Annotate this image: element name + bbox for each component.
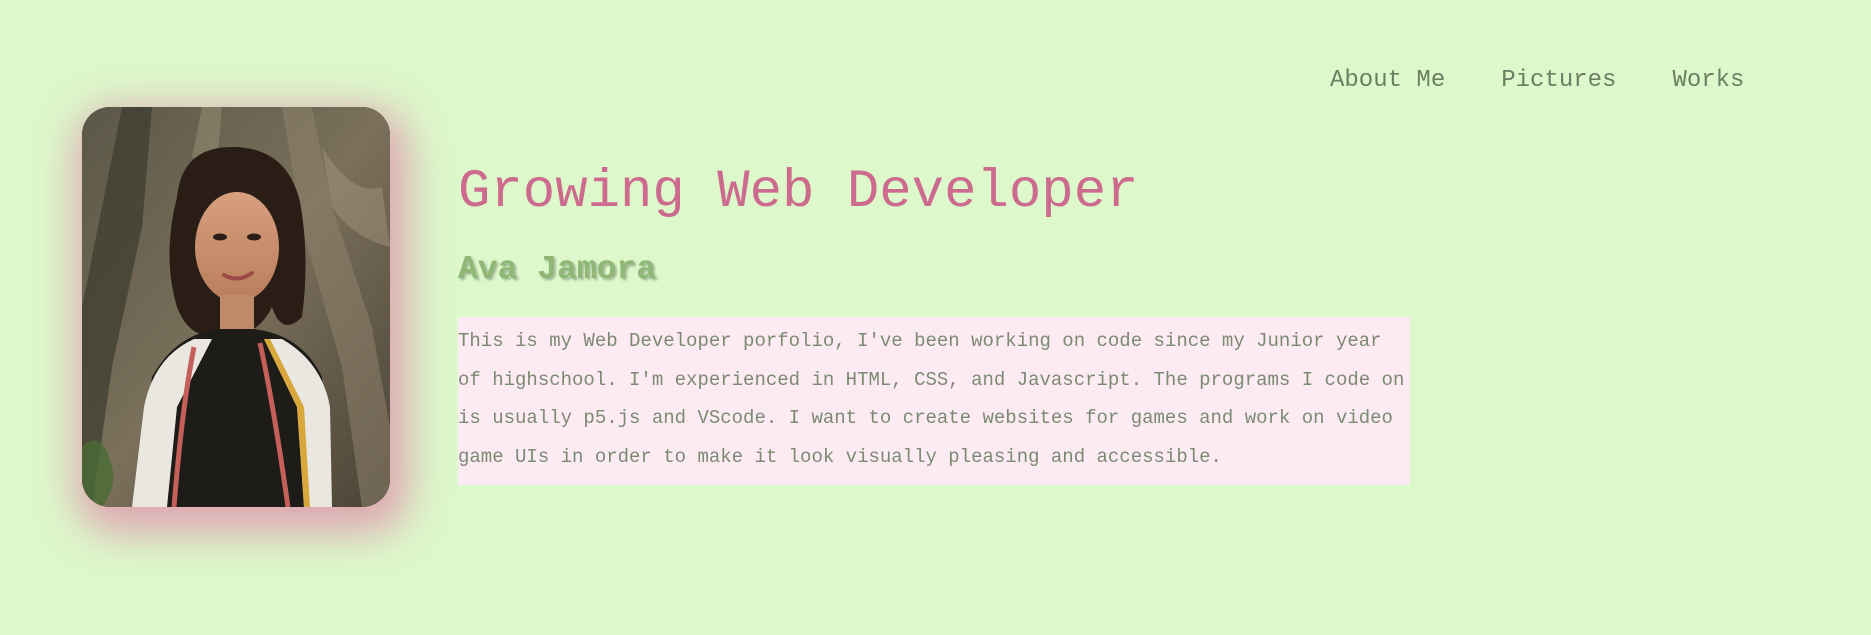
nav-link-pictures[interactable]: Pictures bbox=[1501, 66, 1616, 96]
portrait-photo-icon bbox=[82, 107, 390, 507]
profile-photo bbox=[82, 107, 390, 507]
nav-link-works[interactable]: Works bbox=[1672, 66, 1744, 96]
top-nav: About Me Pictures Works bbox=[1330, 66, 1744, 96]
page-title: Growing Web Developer bbox=[458, 162, 1139, 223]
bio-paragraph: This is my Web Developer porfolio, I've … bbox=[458, 317, 1410, 485]
nav-link-about-me[interactable]: About Me bbox=[1330, 66, 1445, 96]
author-name: Ava Jamora bbox=[458, 251, 657, 288]
